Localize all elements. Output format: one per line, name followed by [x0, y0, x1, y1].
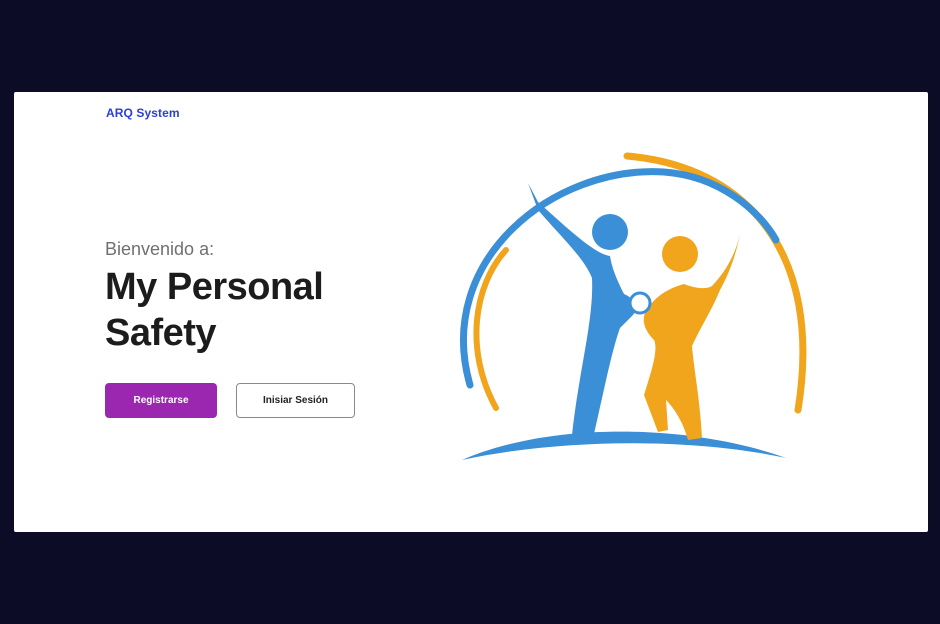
logo-ground-swoosh [462, 431, 786, 460]
logo-orange-head [662, 236, 698, 272]
logo-blue-outer-arc [460, 168, 780, 389]
family-logo-icon [460, 152, 807, 460]
landing-card: ARQ System Bienvenido a: My Personal Saf… [14, 92, 928, 532]
logo-blue-head [592, 214, 628, 250]
page-title: My Personal Safety [105, 266, 324, 354]
logo-hands [628, 291, 652, 315]
welcome-text: Bienvenido a: [105, 239, 215, 259]
login-button[interactable]: Inisiar Sesión [236, 383, 355, 418]
brand-logo-text[interactable]: ARQ System [106, 106, 180, 120]
register-button[interactable]: Registrarse [105, 383, 217, 418]
